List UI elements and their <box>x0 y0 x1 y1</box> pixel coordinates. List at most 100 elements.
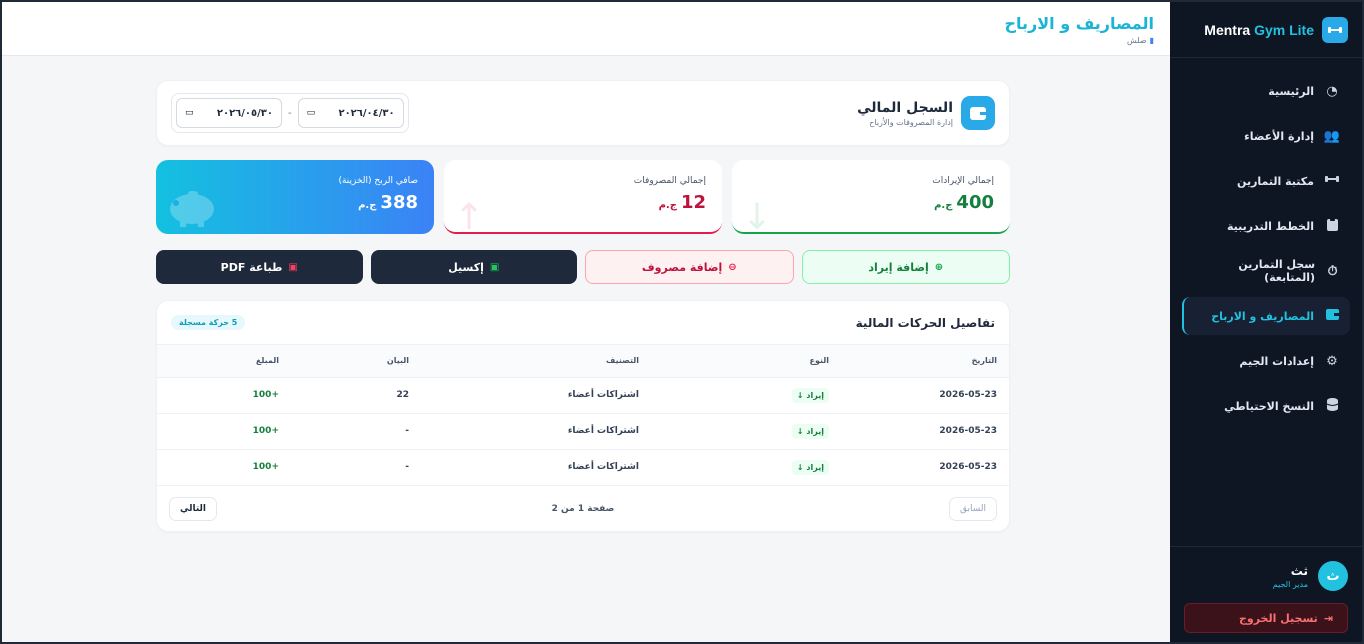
database-icon <box>1324 397 1340 415</box>
gear-icon: ⚙ <box>1326 353 1338 369</box>
type-badge-label: إيراد <box>806 462 824 472</box>
breadcrumb-text: صلش <box>1126 36 1147 45</box>
sidebar-item-label: الرئيسية <box>1268 84 1314 98</box>
cell-date: 2026-05-23 <box>829 449 1009 486</box>
bookmark-icon: ▮ <box>1149 36 1154 45</box>
type-badge: إيراد ↓ <box>791 387 829 403</box>
sidebar-nav: ◔ الرئيسية 👥 إدارة الأعضاء مكتبة التماري… <box>1170 58 1362 546</box>
sidebar-item-label: سجل التمارين (المتابعة) <box>1238 258 1316 284</box>
ledger-header-card: السجل المالي إدارة المصروفات والأرباح ٢٠… <box>156 80 1010 146</box>
main-content: السجل المالي إدارة المصروفات والأرباح ٢٠… <box>156 80 1010 532</box>
sidebar-item-members[interactable]: 👥 إدارة الأعضاء <box>1182 117 1350 155</box>
sidebar-item-label: الخطط التدريبية <box>1226 219 1314 233</box>
transactions-count-badge: 5 حركة مسجلة <box>171 315 246 330</box>
column-header-amount[interactable]: المبلغ <box>157 345 279 378</box>
transactions-title: تفاصيل الحركات المالية <box>855 315 995 330</box>
cell-date: 2026-05-23 <box>829 377 1009 414</box>
date-separator: - <box>288 107 292 119</box>
stat-currency: ج.م <box>934 200 953 211</box>
date-to-input[interactable]: ٢٠٢٦/٠٥/٣٠ ▭ <box>176 98 282 128</box>
date-range-filter: ٢٠٢٦/٠٤/٣٠ ▭ - ٢٠٢٦/٠٥/٣٠ ▭ <box>171 93 409 133</box>
brand[interactable]: Mentra Gym Lite <box>1170 2 1362 58</box>
breadcrumb: ▮ صلش <box>18 36 1154 45</box>
sidebar-item-settings[interactable]: ⚙ إعدادات الجيم <box>1182 342 1350 380</box>
cell-category: اشتراكات أعضاء <box>409 413 639 450</box>
sidebar-item-workout-log[interactable]: ⏱ سجل التمارين (المتابعة) <box>1182 252 1350 290</box>
stat-value-number: 400 <box>956 192 994 213</box>
sidebar-item-label: النسخ الاحتياطي <box>1224 399 1314 413</box>
ledger-title-group: السجل المالي إدارة المصروفات والأرباح <box>857 96 995 130</box>
export-excel-button[interactable]: ▣ إكسيل <box>370 250 577 284</box>
plus-circle-icon: ⊕ <box>934 261 944 273</box>
users-icon: 👥 <box>1323 128 1340 144</box>
logout-icon: ⇥ <box>1323 611 1333 625</box>
sidebar-item-label: إعدادات الجيم <box>1239 354 1314 368</box>
add-expense-button[interactable]: ⊖ إضافة مصروف <box>585 250 794 284</box>
brand-name: Mentra Gym Lite <box>1204 22 1314 38</box>
minus-circle-icon: ⊖ <box>728 261 737 273</box>
cell-amount: +100 <box>157 413 279 450</box>
piggy-bank-icon <box>166 187 218 234</box>
cell-description: - <box>279 449 409 486</box>
button-label: إضافة مصروف <box>641 260 723 274</box>
button-label: إضافة إيراد <box>868 260 929 274</box>
table-row[interactable]: 2026-05-23 إيراد ↓ اشتراكات أعضاء 22 +100 <box>157 377 1009 414</box>
sidebar-item-label: مكتبة التمارين <box>1237 174 1314 188</box>
cell-category: اشتراكات أعضاء <box>409 449 639 486</box>
page-info: صفحة 1 من 2 <box>551 503 615 514</box>
sidebar-item-finance[interactable]: المصاريف و الارباح <box>1182 297 1350 335</box>
wallet-icon <box>961 96 995 130</box>
wallet-icon <box>1324 308 1340 324</box>
chart-pie-icon: ◔ <box>1326 83 1338 99</box>
user-panel: ث ثث مدير الجيم ⇥ تسجيل الخروج <box>1170 546 1362 642</box>
stat-label: إجمالي الإيرادات <box>932 176 994 186</box>
stat-card-net: صافي الربح (الخزينة) 388 ج.م <box>156 160 434 234</box>
button-label: طباعة PDF <box>220 260 283 274</box>
prev-page-button[interactable]: السابق <box>948 496 997 521</box>
add-income-button[interactable]: ⊕ إضافة إيراد <box>801 250 1010 284</box>
stat-value-number: 12 <box>680 192 706 213</box>
user-info: ث ثث مدير الجيم <box>1184 561 1348 591</box>
arrow-down-icon: ↓ <box>796 426 804 436</box>
calendar-icon[interactable]: ▭ <box>307 108 316 118</box>
sidebar-item-backup[interactable]: النسخ الاحتياطي <box>1182 387 1350 425</box>
column-header-date[interactable]: التاريخ <box>829 345 1009 378</box>
next-page-button[interactable]: التالي <box>169 496 218 521</box>
type-badge-label: إيراد <box>806 426 824 436</box>
table-row[interactable]: 2026-05-23 إيراد ↓ اشتراكات أعضاء - +100 <box>157 449 1009 486</box>
sidebar-item-home[interactable]: ◔ الرئيسية <box>1182 72 1350 110</box>
stat-value: 400 ج.م <box>748 192 994 213</box>
arrow-down-icon: ↓ <box>796 462 804 472</box>
user-name: ثث <box>1290 563 1308 578</box>
stats-row: إجمالي الإيرادات 400 ج.م ↓ إجمالي المصرو… <box>156 160 1010 234</box>
column-header-category[interactable]: التصنيف <box>409 345 639 378</box>
transactions-card: تفاصيل الحركات المالية 5 حركة مسجلة التا… <box>156 300 1010 532</box>
print-pdf-button[interactable]: ▣ طباعة PDF <box>156 250 363 284</box>
dumbbell-logo-icon <box>1322 16 1348 43</box>
stat-card-income: إجمالي الإيرادات 400 ج.م ↓ <box>732 160 1010 234</box>
table-header-row: التاريخ النوع التصنيف البيان المبلغ <box>157 345 1009 378</box>
action-buttons: ⊕ إضافة إيراد ⊖ إضافة مصروف ▣ إكسيل ▣ طب… <box>156 250 1010 284</box>
date-from-input[interactable]: ٢٠٢٦/٠٤/٣٠ ▭ <box>297 98 404 128</box>
cell-amount: +100 <box>157 449 279 486</box>
stat-card-expense: إجمالي المصروفات 12 ج.م ↑ <box>444 160 722 234</box>
sidebar-item-exercises[interactable]: مكتبة التمارين <box>1182 162 1350 200</box>
column-header-description[interactable]: البيان <box>279 345 409 378</box>
sidebar-item-plans[interactable]: الخطط التدريبية <box>1182 207 1350 245</box>
type-badge: إيراد ↓ <box>791 459 829 475</box>
brand-name-part2: Gym Lite <box>1254 21 1314 38</box>
stat-label: إجمالي المصروفات <box>633 176 706 186</box>
calendar-icon[interactable]: ▭ <box>185 108 194 118</box>
page-title: المصاريف و الارباح <box>1004 14 1154 33</box>
date-to-value: ٢٠٢٦/٠٥/٣٠ <box>216 107 273 119</box>
stat-currency: ج.م <box>658 200 677 211</box>
stat-currency: ج.م <box>358 200 377 211</box>
transactions-table: التاريخ النوع التصنيف البيان المبلغ 2026… <box>157 345 1009 486</box>
clipboard-icon <box>1324 217 1340 235</box>
pdf-file-icon: ▣ <box>288 261 298 273</box>
sidebar-item-label: إدارة الأعضاء <box>1244 129 1314 143</box>
logout-button[interactable]: ⇥ تسجيل الخروج <box>1184 603 1348 633</box>
column-header-type[interactable]: النوع <box>639 345 829 378</box>
stopwatch-icon: ⏱ <box>1327 263 1338 279</box>
table-row[interactable]: 2026-05-23 إيراد ↓ اشتراكات أعضاء - +100 <box>157 413 1009 450</box>
